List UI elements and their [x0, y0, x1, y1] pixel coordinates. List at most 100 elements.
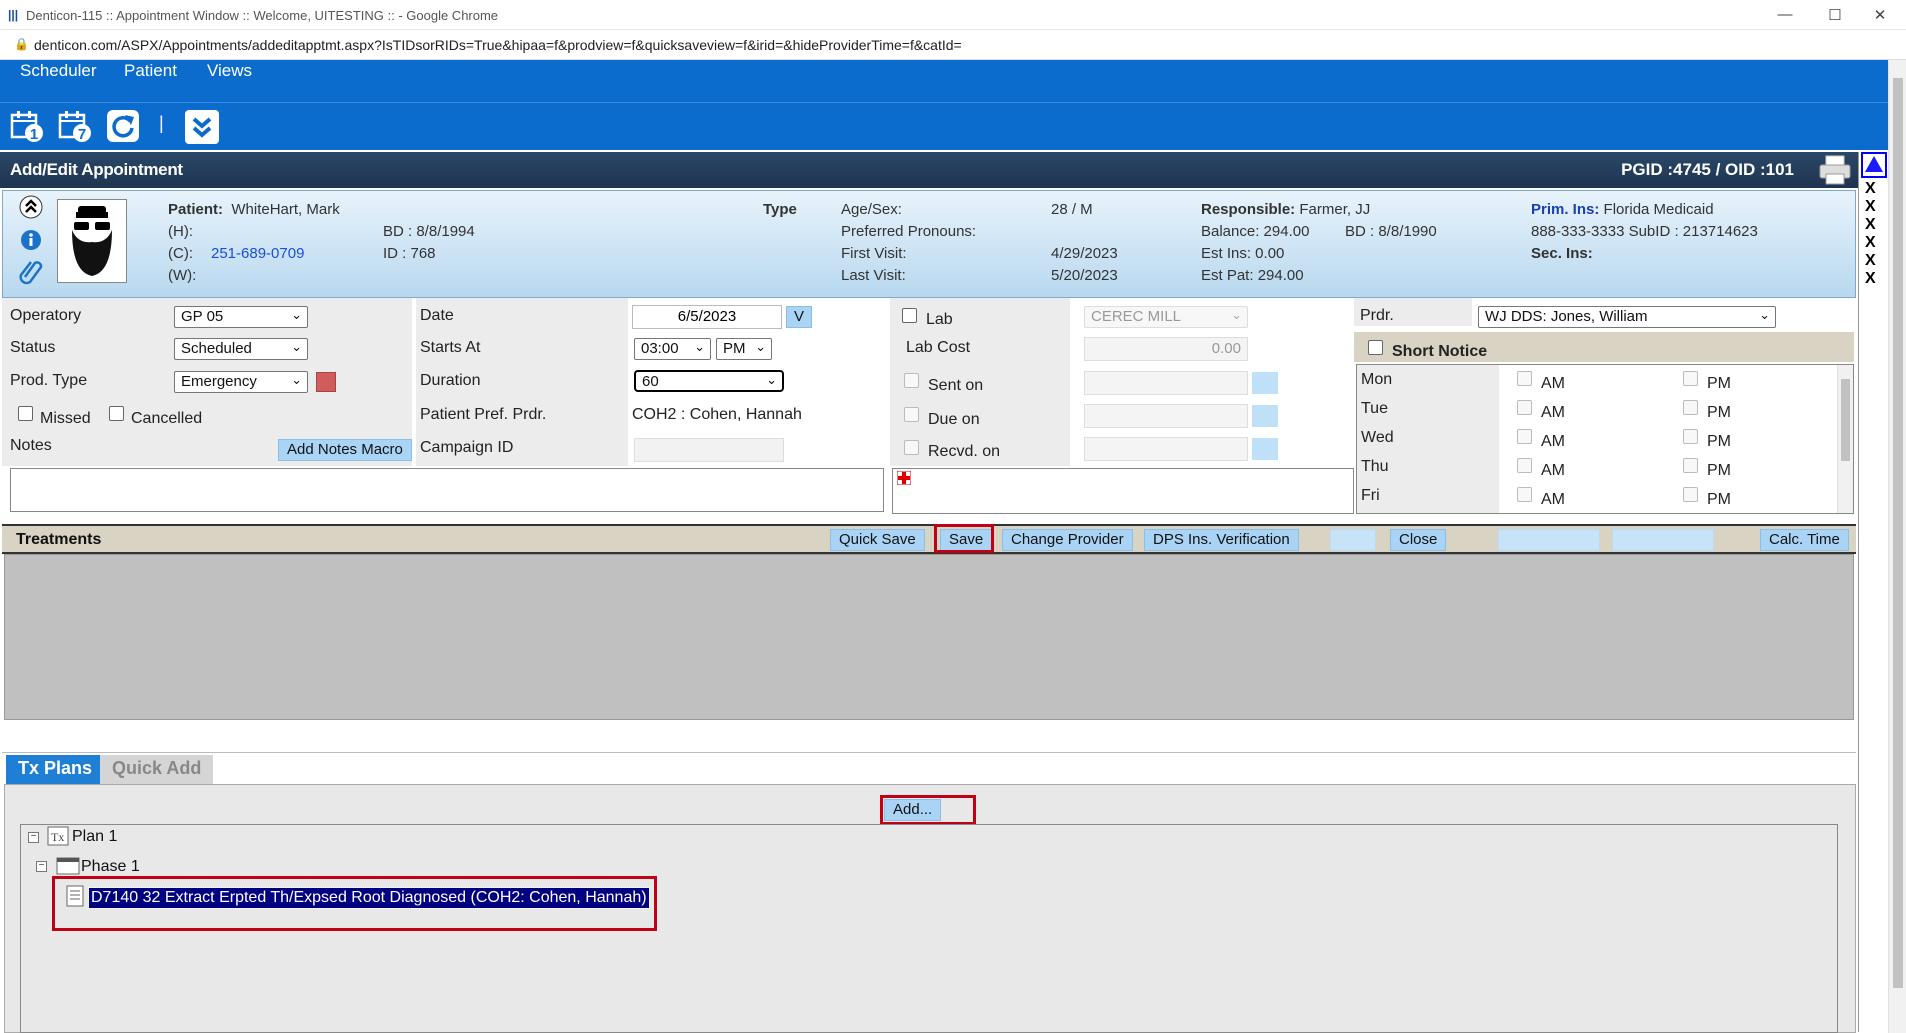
patient-pref-prdr-value: COH2 : Cohen, Hannah [632, 406, 802, 423]
recvd-on-input[interactable] [1084, 437, 1248, 461]
add-notes-macro-button[interactable]: Add Notes Macro [278, 439, 412, 461]
last-visit-value: 5/20/2023 [1051, 267, 1118, 284]
wed-am-checkbox[interactable] [1517, 429, 1532, 444]
short-notice-checkbox[interactable] [1368, 340, 1383, 355]
collapse-up-icon[interactable] [19, 195, 43, 223]
prod-type-label: Prod. Type [10, 372, 88, 389]
patient-name[interactable]: WhiteHart, Mark [231, 201, 339, 218]
patient-bd: BD : 8/8/1994 [383, 223, 475, 240]
calendar-week-icon[interactable]: 7 [58, 109, 94, 145]
start-time-select[interactable]: 03:00 ⌄ [634, 338, 711, 360]
status-select[interactable]: Scheduled ⌄ [174, 338, 308, 360]
menu-views[interactable]: Views [207, 61, 252, 81]
lab-select[interactable]: CEREC MILL ⌄ [1084, 306, 1248, 328]
starts-at-label: Starts At [420, 339, 481, 356]
tab-tx-plans[interactable]: Tx Plans [6, 755, 105, 784]
close-window-icon[interactable]: ✕ [1870, 6, 1890, 24]
plan-1-node[interactable]: Plan 1 [72, 828, 117, 846]
close-x-1[interactable]: X [1865, 180, 1876, 198]
short-notice-label: Short Notice [1392, 343, 1488, 360]
phase-1-node[interactable]: Phase 1 [81, 858, 140, 876]
dps-ins-verification-button[interactable]: DPS Ins. Verification [1144, 529, 1299, 551]
scrollbar-thumb[interactable] [1893, 78, 1903, 988]
prod-type-select[interactable]: Emergency ⌄ [174, 371, 308, 393]
disabled-button-2 [1498, 529, 1600, 551]
sent-on-input[interactable] [1084, 371, 1248, 395]
sent-on-checkbox[interactable] [904, 373, 919, 388]
red-cross-icon[interactable] [896, 470, 912, 490]
lab-notes-area[interactable] [892, 468, 1354, 514]
fri-pm-checkbox[interactable] [1683, 487, 1698, 502]
date-input[interactable]: 6/5/2023 [632, 305, 782, 329]
wed-pm-checkbox[interactable] [1683, 429, 1698, 444]
date-picker-button[interactable]: V [786, 306, 812, 328]
mon-am-label: AM [1541, 375, 1565, 392]
tue-am-checkbox[interactable] [1517, 400, 1532, 415]
sec-ins-label: Sec. Ins: [1531, 245, 1593, 262]
treatments-title: Treatments [16, 531, 102, 548]
campaign-id-input[interactable] [634, 438, 784, 462]
plan-collapse-icon[interactable]: − [28, 832, 39, 843]
due-on-date-button[interactable] [1252, 405, 1278, 427]
cell-phone-link[interactable]: 251-689-0709 [211, 245, 304, 262]
page-scrollbar[interactable] [1888, 60, 1906, 1033]
cancelled-checkbox[interactable] [109, 406, 124, 421]
tue-pm-checkbox[interactable] [1683, 400, 1698, 415]
day-thu: Thu [1361, 458, 1389, 475]
address-bar[interactable]: 🔒 denticon.com/ASPX/Appointments/addedit… [0, 30, 1906, 60]
menu-scheduler[interactable]: Scheduler [20, 61, 97, 81]
thu-pm-checkbox[interactable] [1683, 458, 1698, 473]
close-x-3[interactable]: X [1865, 216, 1876, 234]
info-icon[interactable] [20, 229, 42, 255]
mon-am-checkbox[interactable] [1517, 371, 1532, 386]
paperclip-icon[interactable] [19, 257, 43, 289]
recvd-on-checkbox[interactable] [904, 440, 919, 455]
due-on-input[interactable] [1084, 404, 1248, 428]
collapse-down-icon[interactable] [184, 109, 220, 145]
calendar-day-icon[interactable]: 1 [10, 109, 46, 145]
close-x-2[interactable]: X [1865, 198, 1876, 216]
tab-quick-add[interactable]: Quick Add [100, 755, 214, 784]
menu-patient[interactable]: Patient [124, 61, 177, 81]
day-tue: Tue [1361, 400, 1388, 417]
printer-icon[interactable] [1818, 154, 1852, 191]
notes-textarea[interactable] [10, 468, 884, 512]
provider-select[interactable]: WJ DDS: Jones, William ⌄ [1478, 306, 1776, 328]
recvd-on-date-button[interactable] [1252, 438, 1278, 460]
patient-avatar[interactable] [57, 199, 127, 283]
day-fri: Fri [1361, 487, 1380, 504]
scroll-top-icon[interactable] [1861, 152, 1887, 183]
quick-save-button[interactable]: Quick Save [830, 529, 925, 551]
sent-on-label: Sent on [928, 377, 984, 394]
due-on-checkbox[interactable] [904, 407, 919, 422]
close-x-6[interactable]: X [1865, 270, 1876, 288]
patient-pref-prdr-label: Patient Pref. Prdr. [420, 406, 547, 423]
calc-time-button[interactable]: Calc. Time [1760, 529, 1849, 551]
mon-pm-checkbox[interactable] [1683, 371, 1698, 386]
chevron-down-icon: ⌄ [766, 372, 777, 387]
lab-cost-input[interactable]: 0.00 [1084, 337, 1248, 361]
close-button[interactable]: Close [1390, 529, 1447, 551]
minimize-icon[interactable]: — [1775, 6, 1795, 24]
start-ampm-select[interactable]: PM ⌄ [716, 338, 772, 360]
responsible-name: Farmer, JJ [1299, 201, 1371, 218]
operatory-select[interactable]: GP 05 ⌄ [174, 306, 308, 328]
maximize-icon[interactable]: ☐ [1825, 6, 1845, 24]
disabled-button-3 [1612, 529, 1714, 551]
refresh-icon[interactable] [106, 109, 142, 145]
thu-am-checkbox[interactable] [1517, 458, 1532, 473]
duration-select[interactable]: 60 ⌄ [634, 370, 784, 392]
missed-checkbox[interactable] [18, 406, 33, 421]
prod-type-color-swatch[interactable] [316, 372, 336, 392]
phase-collapse-icon[interactable]: − [36, 861, 47, 872]
lab-checkbox[interactable] [902, 308, 917, 323]
change-provider-button[interactable]: Change Provider [1002, 529, 1133, 551]
day-mon: Mon [1361, 371, 1393, 388]
sent-on-date-button[interactable] [1252, 372, 1278, 394]
fri-am-checkbox[interactable] [1517, 487, 1532, 502]
days-scrollbar[interactable] [1837, 365, 1853, 513]
close-x-5[interactable]: X [1865, 252, 1876, 270]
close-x-4[interactable]: X [1865, 234, 1876, 252]
url-text[interactable]: denticon.com/ASPX/Appointments/addeditap… [34, 37, 962, 53]
prim-ins-label: Prim. Ins: [1531, 201, 1600, 218]
